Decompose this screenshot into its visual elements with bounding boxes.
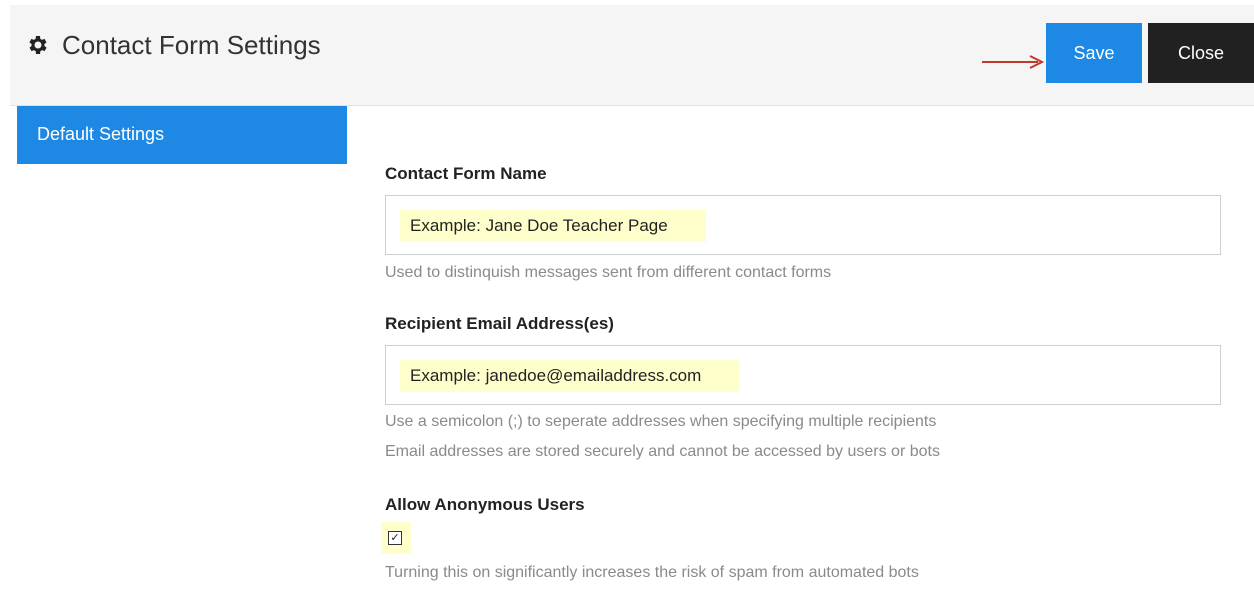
sidebar-item-default-settings[interactable]: Default Settings (17, 106, 347, 164)
allow-anonymous-checkbox[interactable]: ✓ (388, 531, 402, 545)
header-bar: Contact Form Settings Save Close (10, 5, 1254, 106)
arrow-right-icon (982, 55, 1045, 69)
contact-form-name-value: Example: Jane Doe Teacher Page (400, 210, 706, 242)
recipient-email-input[interactable]: Example: janedoe@emailaddress.com (385, 345, 1221, 405)
recipient-email-value: Example: janedoe@emailaddress.com (400, 360, 740, 392)
allow-anonymous-label: Allow Anonymous Users (385, 495, 585, 514)
sidebar-item-label: Default Settings (37, 124, 165, 144)
recipient-email-help-2: Email addresses are stored securely and … (385, 443, 940, 460)
contact-form-name-label: Contact Form Name (385, 164, 547, 183)
settings-form: Contact Form Name Example: Jane Doe Teac… (381, 106, 1225, 598)
allow-anonymous-highlight: ✓ (381, 522, 411, 554)
page-title: Contact Form Settings (62, 30, 321, 60)
recipient-email-help-1: Use a semicolon (;) to seperate addresse… (385, 413, 937, 430)
save-button[interactable]: Save (1046, 23, 1142, 83)
close-button[interactable]: Close (1148, 23, 1254, 83)
contact-form-name-input[interactable]: Example: Jane Doe Teacher Page (385, 195, 1221, 255)
allow-anonymous-help: Turning this on significantly increases … (385, 564, 919, 581)
recipient-email-label: Recipient Email Address(es) (385, 314, 614, 333)
sidebar: Default Settings (10, 106, 347, 598)
gear-icon (29, 36, 47, 54)
contact-form-name-help: Used to distinquish messages sent from d… (385, 264, 832, 281)
